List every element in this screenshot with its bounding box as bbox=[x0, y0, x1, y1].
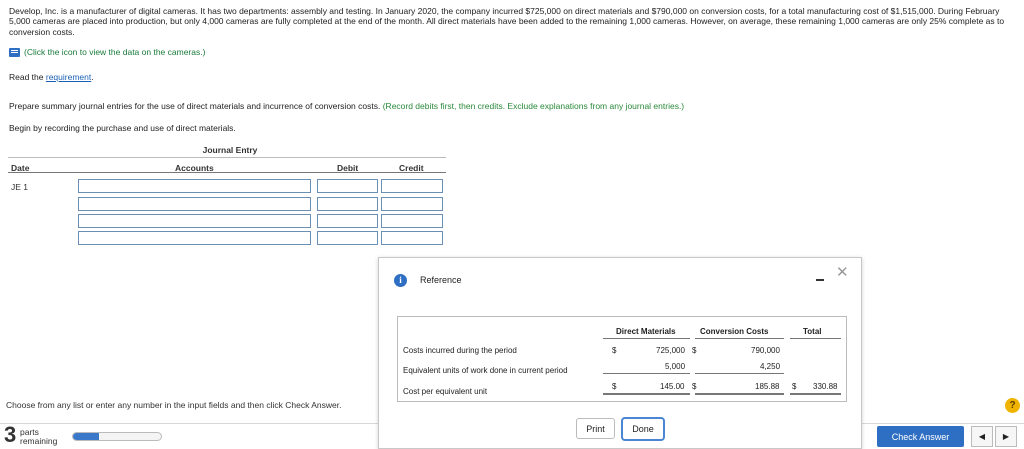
read-requirement-suffix: . bbox=[91, 72, 94, 82]
debit-input[interactable] bbox=[317, 197, 378, 211]
journal-entry-title: Journal Entry bbox=[202, 145, 258, 155]
accounts-column-header: Accounts bbox=[175, 163, 214, 173]
date-column-header: Date bbox=[11, 163, 30, 173]
dm-cost-per-unit: 145.00 bbox=[660, 382, 685, 391]
journal-entry-header: Date Accounts Debit Credit bbox=[8, 157, 446, 173]
total-currency-symbol: $ bbox=[792, 382, 797, 391]
print-button[interactable]: Print bbox=[576, 418, 615, 439]
account-select[interactable] bbox=[78, 231, 311, 245]
double-underline bbox=[790, 393, 841, 395]
parts-remaining-count: 3 bbox=[4, 422, 17, 447]
dm-currency-symbol: $ bbox=[612, 346, 617, 355]
dm-equivalent-units: 5,000 bbox=[665, 362, 686, 371]
header-underline bbox=[790, 338, 841, 339]
close-icon[interactable]: ✕ bbox=[836, 265, 849, 280]
row-label-equivalent-units: Equivalent units of work done in current… bbox=[403, 366, 568, 375]
credit-column-header: Credit bbox=[399, 163, 424, 173]
debit-input[interactable] bbox=[317, 179, 378, 193]
data-table-icon[interactable] bbox=[9, 47, 20, 57]
parts-label-line2: remaining bbox=[20, 436, 58, 446]
read-requirement-line: Read the requirement. bbox=[9, 72, 94, 82]
camera-data-link-text[interactable]: (Click the icon to view the data on the … bbox=[24, 47, 205, 57]
progress-fill bbox=[73, 433, 100, 440]
debit-input[interactable] bbox=[317, 214, 378, 228]
total-column-header: Total bbox=[803, 327, 822, 336]
camera-data-link[interactable]: (Click the icon to view the data on the … bbox=[9, 47, 205, 57]
row-label-costs-incurred: Costs incurred during the period bbox=[403, 346, 517, 355]
credit-input[interactable] bbox=[381, 231, 443, 245]
next-arrow-icon[interactable]: ▶ bbox=[995, 426, 1017, 447]
dm-currency-symbol: $ bbox=[612, 382, 617, 391]
cc-equivalent-units: 4,250 bbox=[760, 362, 781, 371]
cc-currency-symbol: $ bbox=[692, 346, 697, 355]
account-select[interactable] bbox=[78, 179, 311, 193]
instruction-main: Prepare summary journal entries for the … bbox=[9, 101, 381, 111]
credit-input[interactable] bbox=[381, 214, 443, 228]
credit-input[interactable] bbox=[381, 197, 443, 211]
instruction-line: Prepare summary journal entries for the … bbox=[9, 101, 684, 111]
instruction-note: (Record debits first, then credits. Excl… bbox=[382, 101, 685, 111]
double-underline bbox=[603, 393, 690, 395]
read-requirement-prefix: Read the bbox=[9, 72, 46, 82]
requirement-link[interactable]: requirement bbox=[46, 72, 91, 82]
reference-data-table: Direct Materials Conversion Costs Total … bbox=[397, 316, 847, 402]
begin-instruction: Begin by recording the purchase and use … bbox=[9, 123, 236, 133]
done-button[interactable]: Done bbox=[621, 417, 665, 441]
row-label-cost-per-unit: Cost per equivalent unit bbox=[403, 387, 488, 396]
help-icon[interactable]: ? bbox=[1005, 398, 1020, 413]
info-icon: i bbox=[394, 274, 407, 287]
row-underline bbox=[603, 373, 690, 374]
dm-costs-incurred: 725,000 bbox=[656, 346, 685, 355]
header-underline bbox=[603, 338, 690, 339]
problem-statement: Develop, Inc. is a manufacturer of digit… bbox=[9, 6, 1005, 37]
journal-entry-label: JE 1 bbox=[11, 182, 29, 192]
choose-instruction: Choose from any list or enter any number… bbox=[6, 400, 342, 410]
cc-column-header: Conversion Costs bbox=[700, 327, 769, 336]
cc-currency-symbol: $ bbox=[692, 382, 697, 391]
progress-bar bbox=[72, 432, 162, 441]
check-answer-button[interactable]: Check Answer bbox=[877, 426, 964, 447]
reference-dialog: i Reference ✕ Direct Materials Conversio… bbox=[378, 257, 862, 449]
total-cost-per-unit: 330.88 bbox=[813, 382, 838, 391]
dialog-title: Reference bbox=[420, 275, 462, 285]
credit-input[interactable] bbox=[381, 179, 443, 193]
debit-input[interactable] bbox=[317, 231, 378, 245]
parts-remaining-label: parts remaining bbox=[20, 428, 57, 446]
account-select[interactable] bbox=[78, 197, 311, 211]
minimize-icon[interactable] bbox=[816, 279, 824, 281]
cc-cost-per-unit: 185.88 bbox=[755, 382, 780, 391]
row-underline bbox=[695, 373, 784, 374]
double-underline bbox=[695, 393, 784, 395]
dm-column-header: Direct Materials bbox=[616, 327, 676, 336]
account-select[interactable] bbox=[78, 214, 311, 228]
cc-costs-incurred: 790,000 bbox=[751, 346, 780, 355]
debit-column-header: Debit bbox=[337, 163, 359, 173]
previous-arrow-icon[interactable]: ◀ bbox=[971, 426, 993, 447]
header-underline bbox=[695, 338, 784, 339]
